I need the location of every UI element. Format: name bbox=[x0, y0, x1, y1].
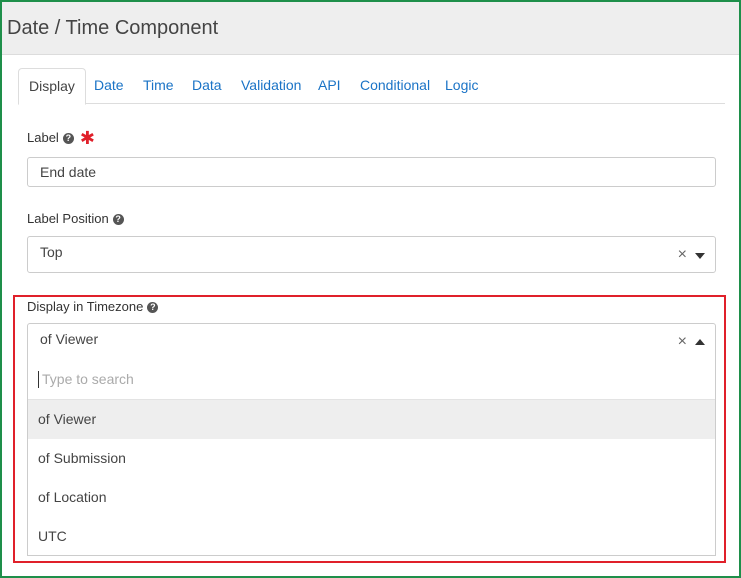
label-position-text: Label Position bbox=[27, 211, 109, 226]
tab-display[interactable]: Display bbox=[18, 68, 86, 105]
label-position-value: Top bbox=[40, 244, 63, 260]
label-field-text: Label bbox=[27, 130, 59, 145]
help-icon[interactable]: ? bbox=[147, 302, 159, 313]
timezone-label-text: Display in Timezone bbox=[27, 299, 144, 314]
dialog-title: Date / Time Component bbox=[7, 16, 219, 39]
tab-conditional[interactable]: Conditional bbox=[350, 68, 440, 102]
dropdown-search-input[interactable] bbox=[40, 370, 644, 388]
label-position-label: Label Position? bbox=[27, 211, 124, 226]
help-icon[interactable]: ? bbox=[112, 214, 124, 225]
label-input-value: End date bbox=[40, 164, 97, 180]
clear-icon[interactable]: × bbox=[678, 333, 687, 351]
timezone-value: of Viewer bbox=[40, 331, 99, 347]
text-cursor bbox=[38, 371, 39, 388]
timezone-select[interactable]: of Viewer × bbox=[27, 323, 716, 360]
tab-time[interactable]: Time bbox=[133, 68, 184, 102]
tab-validation[interactable]: Validation bbox=[231, 68, 311, 102]
help-icon[interactable]: ? bbox=[62, 133, 74, 144]
tab-logic[interactable]: Logic bbox=[435, 68, 488, 102]
tab-bar: Display Date Time Data Validation API Co… bbox=[18, 55, 725, 105]
clear-icon[interactable]: × bbox=[678, 246, 687, 264]
timezone-dropdown: of Viewer of Submission of Location UTC bbox=[27, 359, 716, 556]
tab-date[interactable]: Date bbox=[84, 68, 134, 102]
dropdown-option[interactable]: of Location bbox=[28, 478, 715, 517]
chevron-down-icon[interactable] bbox=[695, 253, 705, 259]
dropdown-option[interactable]: of Viewer bbox=[28, 400, 715, 439]
dropdown-search-row bbox=[28, 359, 715, 400]
dropdown-option[interactable]: of Submission bbox=[28, 439, 715, 478]
tab-data[interactable]: Data bbox=[182, 68, 232, 102]
chevron-up-icon[interactable] bbox=[695, 339, 705, 345]
required-icon: ✱ bbox=[79, 128, 95, 148]
label-position-select[interactable]: Top × bbox=[27, 236, 716, 273]
dropdown-option[interactable]: UTC bbox=[28, 517, 715, 556]
label-input[interactable]: End date bbox=[27, 157, 716, 187]
label-field-label: Label? ✱ bbox=[27, 128, 95, 149]
tab-api[interactable]: API bbox=[308, 68, 351, 102]
timezone-label: Display in Timezone? bbox=[27, 299, 159, 314]
dialog-header: Date / Time Component bbox=[2, 2, 739, 55]
